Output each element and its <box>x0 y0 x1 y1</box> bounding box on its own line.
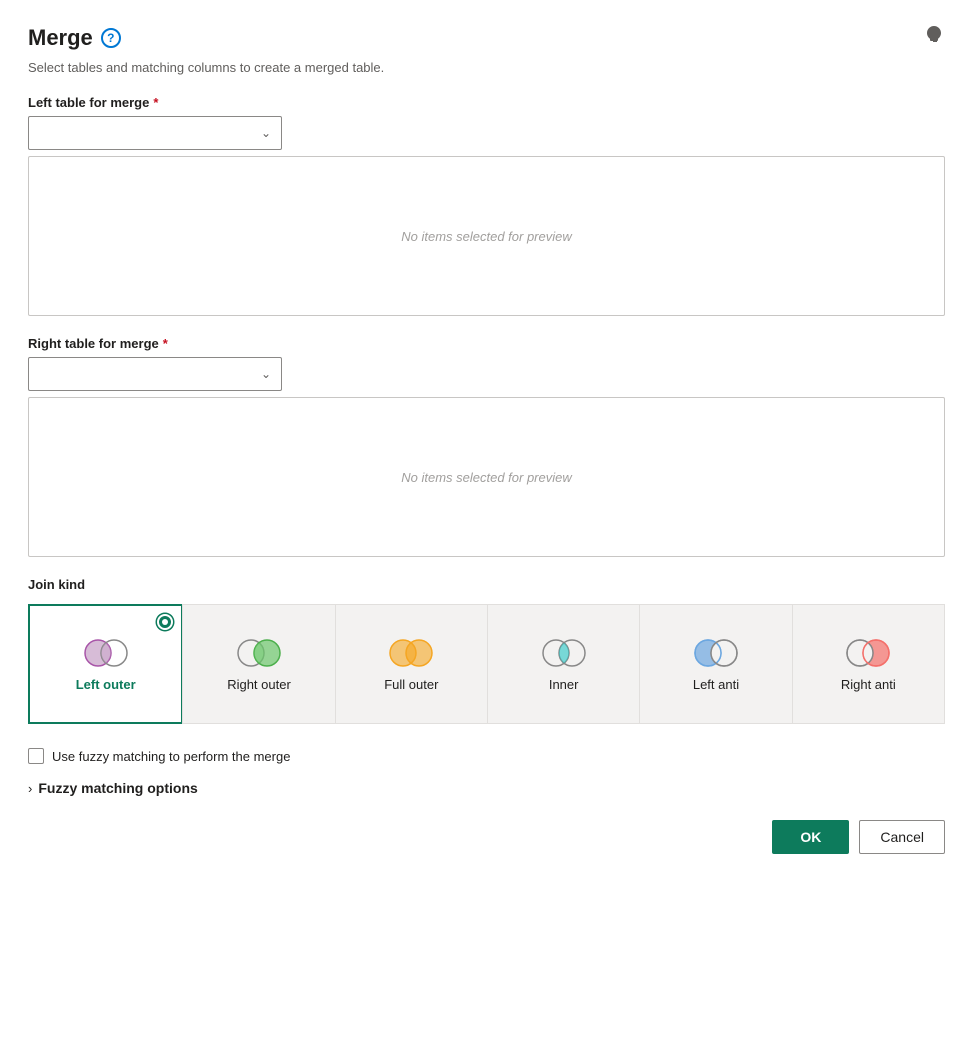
cancel-button[interactable]: Cancel <box>859 820 945 854</box>
right-table-arrow-icon: ⌄ <box>261 367 271 381</box>
left-table-preview-text: No items selected for preview <box>401 229 572 244</box>
join-card-inner-label: Inner <box>549 677 579 692</box>
join-kind-label: Join kind <box>28 577 945 592</box>
help-icon[interactable]: ? <box>101 28 121 48</box>
venn-full-outer <box>385 637 437 669</box>
join-card-full-outer[interactable]: Full outer <box>335 604 488 724</box>
fuzzy-matching-row[interactable]: Use fuzzy matching to perform the merge <box>28 748 945 764</box>
selected-indicator <box>157 614 173 630</box>
join-card-left-anti-label: Left anti <box>693 677 739 692</box>
ok-button[interactable]: OK <box>772 820 849 854</box>
join-card-full-outer-label: Full outer <box>384 677 438 692</box>
venn-left-outer <box>80 637 132 669</box>
join-card-right-anti[interactable]: Right anti <box>792 604 945 724</box>
left-table-label: Left table for merge * <box>28 95 945 110</box>
fuzzy-matching-options-row[interactable]: › Fuzzy matching options <box>28 780 945 796</box>
join-card-right-outer-label: Right outer <box>227 677 291 692</box>
right-table-label: Right table for merge * <box>28 336 945 351</box>
venn-right-outer <box>233 637 285 669</box>
join-card-right-outer[interactable]: Right outer <box>182 604 335 724</box>
right-table-dropdown[interactable]: ⌄ <box>28 357 282 391</box>
fuzzy-options-label: Fuzzy matching options <box>38 780 197 796</box>
join-card-right-anti-label: Right anti <box>841 677 896 692</box>
join-card-left-anti[interactable]: Left anti <box>639 604 792 724</box>
venn-left-anti <box>690 637 742 669</box>
left-table-preview: No items selected for preview <box>28 156 945 316</box>
join-kind-group: Left outer Right outer Full outer <box>28 604 945 724</box>
fuzzy-matching-label: Use fuzzy matching to perform the merge <box>52 749 290 764</box>
venn-inner <box>538 637 590 669</box>
fuzzy-matching-checkbox[interactable] <box>28 748 44 764</box>
subtitle: Select tables and matching columns to cr… <box>28 60 945 75</box>
join-card-left-outer[interactable]: Left outer <box>28 604 183 724</box>
footer: OK Cancel <box>28 820 945 854</box>
venn-right-anti <box>842 637 894 669</box>
left-table-arrow-icon: ⌄ <box>261 126 271 140</box>
join-card-inner[interactable]: Inner <box>487 604 640 724</box>
right-table-required: * <box>163 336 168 351</box>
page-title: Merge <box>28 25 93 51</box>
join-card-left-outer-label: Left outer <box>76 677 136 692</box>
lightbulb-icon[interactable] <box>923 24 945 52</box>
fuzzy-options-chevron-icon: › <box>28 781 32 796</box>
left-table-required: * <box>153 95 158 110</box>
left-table-dropdown[interactable]: ⌄ <box>28 116 282 150</box>
right-table-preview: No items selected for preview <box>28 397 945 557</box>
right-table-preview-text: No items selected for preview <box>401 470 572 485</box>
